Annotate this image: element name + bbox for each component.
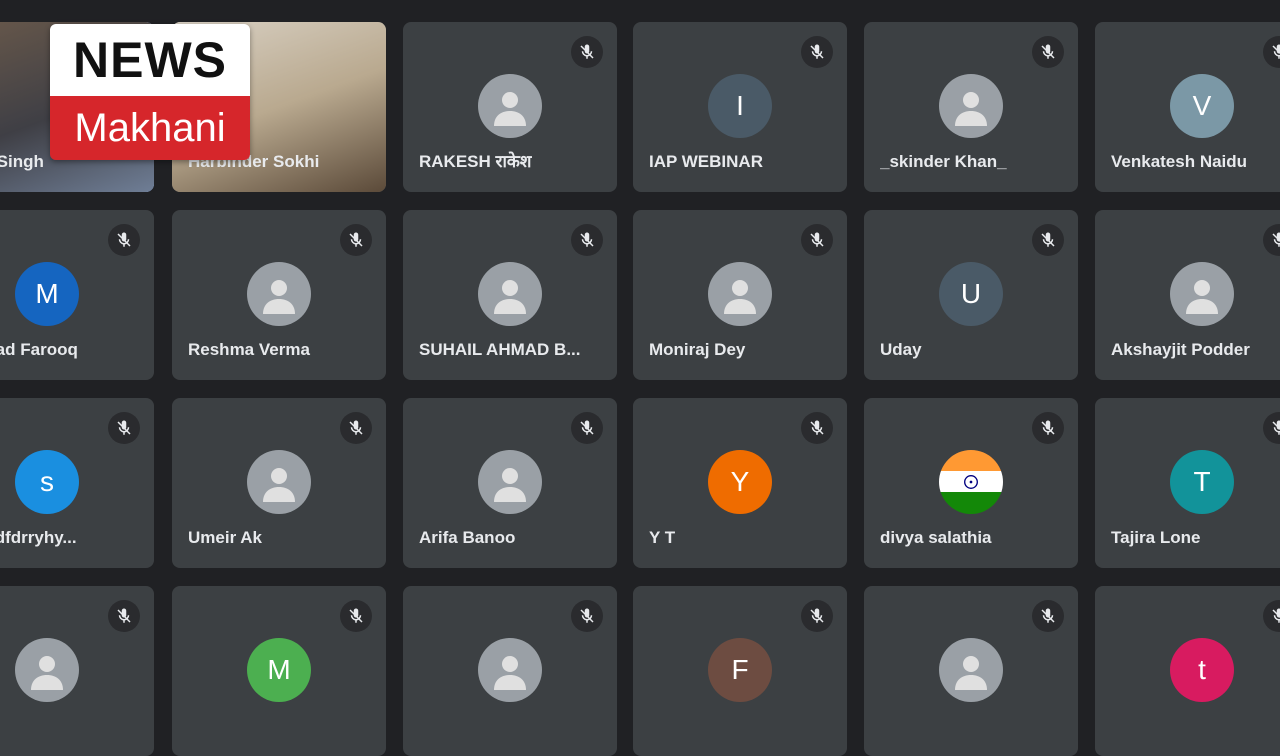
mic-muted-icon: [108, 224, 140, 256]
participant-tile[interactable]: Y Y T: [633, 398, 847, 568]
participant-tile[interactable]: V Venkatesh Naidu: [1095, 22, 1280, 192]
mic-muted-icon: [1263, 600, 1280, 632]
mic-muted-icon: [1263, 36, 1280, 68]
mic-muted-icon: [1263, 224, 1280, 256]
avatar-photo: [478, 638, 542, 702]
avatar-initial: I: [708, 74, 772, 138]
logo-line2: Makhani: [50, 96, 250, 160]
mic-muted-icon: [571, 224, 603, 256]
mic-muted-icon: [1263, 412, 1280, 444]
mic-muted-icon: [1032, 412, 1064, 444]
avatar-photo: [478, 262, 542, 326]
avatar-initial: U: [939, 262, 1003, 326]
participant-tile[interactable]: Moniraj Dey: [633, 210, 847, 380]
participant-name: RAKESH राकेश: [419, 152, 532, 171]
participant-name: _skinder Khan_: [880, 152, 1007, 171]
avatar-initial: F: [708, 638, 772, 702]
avatar-initial: t: [1170, 638, 1234, 702]
avatar-photo: [1170, 262, 1234, 326]
participant-name: SUHAIL AHMAD B...: [419, 340, 581, 359]
mic-muted-icon: [1032, 224, 1064, 256]
participant-name: divya salathia: [880, 528, 992, 547]
participant-name: IAP WEBINAR: [649, 152, 763, 171]
avatar-photo: [939, 638, 1003, 702]
participant-tile[interactable]: Umeir Ak: [172, 398, 386, 568]
mic-muted-icon: [340, 412, 372, 444]
participant-tile[interactable]: F: [633, 586, 847, 756]
avatar-initial: T: [1170, 450, 1234, 514]
avatar-photo: [15, 638, 79, 702]
mic-muted-icon: [108, 600, 140, 632]
mic-muted-icon: [801, 224, 833, 256]
mic-muted-icon: [801, 412, 833, 444]
participant-name: a gs dfdrryhy...: [0, 528, 77, 547]
avatar-photo: [478, 450, 542, 514]
participant-tile[interactable]: Arifa Banoo: [403, 398, 617, 568]
participant-tile[interactable]: [403, 586, 617, 756]
participant-tile[interactable]: Akshayjit Podder: [1095, 210, 1280, 380]
news-makhani-logo: NEWS Makhani: [50, 24, 250, 160]
mic-muted-icon: [1032, 36, 1064, 68]
avatar-initial: s: [15, 450, 79, 514]
participant-tile[interactable]: t: [1095, 586, 1280, 756]
participant-name: Umeir Ak: [188, 528, 263, 547]
participant-name: Tajira Lone: [1111, 528, 1201, 547]
participant-tile[interactable]: s a gs dfdrryhy...: [0, 398, 154, 568]
mic-muted-icon: [340, 600, 372, 632]
participant-name: ammad Farooq: [0, 340, 78, 359]
participant-tile[interactable]: SUHAIL AHMAD B...: [403, 210, 617, 380]
avatar-photo: [247, 262, 311, 326]
avatar-initial: Y: [708, 450, 772, 514]
avatar-flag: [939, 450, 1003, 514]
participant-tile[interactable]: U Uday: [864, 210, 1078, 380]
mic-muted-icon: [571, 412, 603, 444]
participant-tile[interactable]: Reshma Verma: [172, 210, 386, 380]
participant-tile[interactable]: [864, 586, 1078, 756]
logo-line1: NEWS: [50, 24, 250, 96]
avatar-photo: [247, 450, 311, 514]
participant-name: Venkatesh Naidu: [1111, 152, 1248, 171]
mic-muted-icon: [801, 600, 833, 632]
participant-name: Uday: [880, 340, 922, 359]
participant-name: Reshma Verma: [188, 340, 310, 359]
mic-muted-icon: [801, 36, 833, 68]
avatar-initial: M: [15, 262, 79, 326]
mic-muted-icon: [340, 224, 372, 256]
mic-muted-icon: [1032, 600, 1064, 632]
participant-tile[interactable]: _skinder Khan_: [864, 22, 1078, 192]
avatar-initial: V: [1170, 74, 1234, 138]
mic-muted-icon: [571, 600, 603, 632]
avatar-photo: [708, 262, 772, 326]
mic-muted-icon: [108, 412, 140, 444]
participant-name: Akshayjit Podder: [1111, 340, 1250, 359]
avatar-initial: M: [247, 638, 311, 702]
participant-tile[interactable]: RAKESH राकेश: [403, 22, 617, 192]
participant-name: Arifa Banoo: [419, 528, 516, 547]
participant-name: Y T: [649, 528, 676, 547]
participant-tile[interactable]: [0, 586, 154, 756]
participant-name: Moniraj Dey: [649, 340, 746, 359]
avatar-photo: [478, 74, 542, 138]
participant-tile[interactable]: Mammad Farooq: [0, 210, 154, 380]
mic-muted-icon: [571, 36, 603, 68]
avatar-photo: [939, 74, 1003, 138]
participant-tile[interactable]: I IAP WEBINAR: [633, 22, 847, 192]
participant-tile[interactable]: T Tajira Lone: [1095, 398, 1280, 568]
participant-tile[interactable]: M: [172, 586, 386, 756]
participant-tile[interactable]: divya salathia: [864, 398, 1078, 568]
